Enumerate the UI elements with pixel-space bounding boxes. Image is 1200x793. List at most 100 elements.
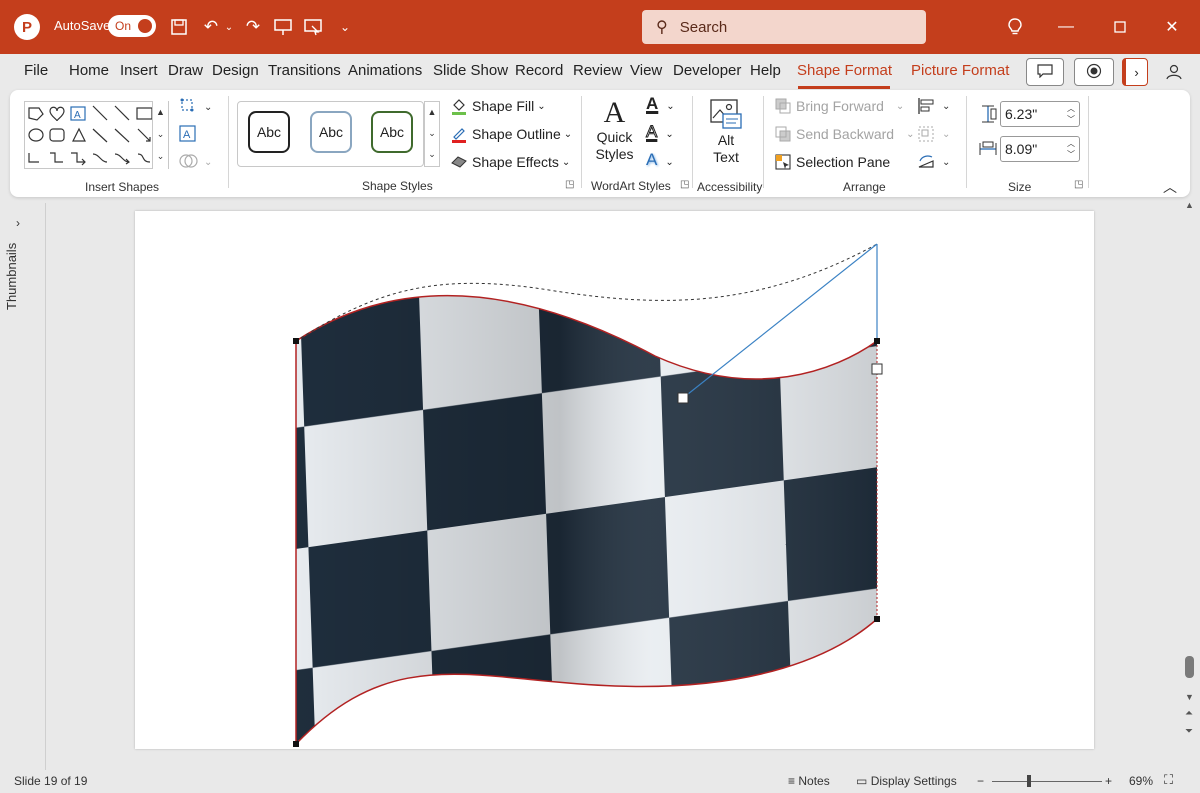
vertex-handle[interactable]	[293, 741, 299, 747]
notes-button[interactable]: ≡ Notes	[788, 774, 830, 788]
gallery-expand-icon[interactable]: ⌄	[153, 145, 168, 167]
gallery-expand-icon[interactable]: ⌄	[425, 144, 439, 165]
more-tabs-button[interactable]: ›	[1122, 58, 1148, 86]
vertical-scrollbar[interactable]: ▲ ▼ ⏶ ⏷	[1180, 198, 1200, 770]
tab-design[interactable]: Design	[212, 62, 259, 79]
display-settings-button[interactable]: ▭ Display Settings	[856, 774, 957, 788]
notes-icon: ≡	[788, 774, 796, 788]
panel-divider	[45, 203, 46, 770]
selection-pane-button[interactable]: Selection Pane	[774, 153, 890, 171]
share-icon[interactable]	[1160, 58, 1188, 86]
zoom-out-icon[interactable]: −	[977, 774, 984, 788]
from-current-slide-icon[interactable]	[300, 14, 326, 40]
tab-picture-format[interactable]: Picture Format	[911, 62, 1009, 79]
tab-home[interactable]: Home	[69, 62, 109, 79]
align-icon[interactable]: ⌄	[916, 96, 952, 119]
undo-icon[interactable]: ↶	[198, 14, 224, 40]
maximize-icon[interactable]	[1104, 12, 1136, 42]
previous-slide-icon[interactable]: ⏶	[1185, 708, 1193, 719]
vertex-handle[interactable]	[874, 338, 880, 344]
group-label-arrange: Arrange	[843, 180, 886, 194]
thumbnails-label[interactable]: Thumbnails	[4, 243, 19, 310]
group-objects-icon[interactable]: ⌄	[916, 124, 952, 147]
scroll-down-icon[interactable]: ▼	[1185, 692, 1194, 702]
height-spinner-icon[interactable]: ︿ ﹀	[1067, 103, 1075, 125]
record-button[interactable]	[1074, 58, 1114, 86]
rotate-icon[interactable]: ⌄	[916, 152, 952, 175]
shape-outline-button[interactable]: Shape Outline ⌄	[450, 125, 572, 143]
vertex-handle[interactable]	[293, 338, 299, 344]
scrollbar-thumb[interactable]	[1185, 656, 1194, 678]
send-backward-button[interactable]: Send Backward ⌄	[774, 125, 914, 143]
comments-button[interactable]	[1026, 58, 1064, 86]
tab-slide-show[interactable]: Slide Show	[433, 62, 508, 79]
tab-review[interactable]: Review	[573, 62, 622, 79]
tab-record[interactable]: Record	[515, 62, 563, 79]
width-spinner-icon[interactable]: ︿ ﹀	[1067, 138, 1075, 160]
tab-help[interactable]: Help	[750, 62, 781, 79]
shape-styles-dialog-launcher-icon[interactable]: ◳	[565, 179, 574, 190]
alt-text-label-1: Alt	[717, 132, 735, 148]
shape-height-input[interactable]: 6.23" ︿ ﹀	[1000, 101, 1080, 127]
scroll-up-icon[interactable]: ▲	[153, 101, 168, 123]
alt-text-button[interactable]: Alt Text	[703, 98, 749, 170]
tab-draw[interactable]: Draw	[168, 62, 203, 79]
present-from-beginning-icon[interactable]	[270, 14, 296, 40]
search-box[interactable]: ⚲ Search	[642, 10, 926, 44]
bring-forward-button[interactable]: Bring Forward ⌄	[774, 97, 904, 115]
shape-width-input[interactable]: 8.09" ︿ ﹀	[1000, 136, 1080, 162]
shape-fill-button[interactable]: Shape Fill ⌄	[450, 97, 546, 115]
edit-shape-icon[interactable]: ⌄	[178, 96, 218, 119]
zoom-slider-track[interactable]	[992, 781, 1102, 782]
tab-animations[interactable]: Animations	[348, 62, 422, 79]
shape-width-value: 8.09"	[1005, 141, 1038, 157]
shape-style-green[interactable]: Abc	[371, 111, 413, 153]
wordart-dialog-launcher-icon[interactable]: ◳	[680, 179, 689, 190]
scroll-up-icon[interactable]: ▲	[1185, 200, 1194, 210]
scroll-up-icon[interactable]: ▲	[425, 102, 439, 123]
undo-dropdown-icon[interactable]: ⌄	[222, 14, 236, 40]
redo-icon[interactable]: ↷	[240, 14, 266, 40]
save-icon[interactable]	[166, 14, 192, 40]
text-outline-button[interactable]: A ⌄	[645, 122, 686, 142]
autosave-toggle[interactable]: On	[108, 15, 156, 37]
shape-effects-button[interactable]: Shape Effects ⌄	[450, 153, 570, 171]
tab-insert[interactable]: Insert	[120, 62, 158, 79]
tab-transitions[interactable]: Transitions	[268, 62, 341, 79]
zoom-level[interactable]: 69%	[1129, 774, 1153, 788]
collapse-ribbon-icon[interactable]: ︿	[1163, 177, 1177, 197]
expand-thumbnails-icon[interactable]: ›	[16, 216, 20, 230]
lightbulb-icon[interactable]	[999, 12, 1031, 42]
bezier-handle[interactable]	[677, 392, 689, 404]
customize-toolbar-icon[interactable]: ⌄	[332, 14, 358, 40]
tab-shape-format[interactable]: Shape Format	[797, 62, 892, 79]
chevron-down-icon: ⌄	[665, 129, 674, 140]
tab-view[interactable]: View	[630, 62, 662, 79]
shapes-gallery-scroll[interactable]: ▲ ⌄ ⌄	[152, 101, 168, 169]
merge-shapes-icon[interactable]: ⌄	[178, 151, 218, 174]
shape-style-dark[interactable]: Abc	[248, 111, 290, 153]
quick-styles-button[interactable]: A Quick Styles	[592, 97, 637, 169]
text-box-icon[interactable]: A	[178, 124, 198, 147]
zoom-in-icon[interactable]: +	[1105, 774, 1112, 788]
minimize-icon[interactable]: —	[1050, 12, 1082, 42]
scroll-down-icon[interactable]: ⌄	[153, 123, 168, 145]
wave-shape-graphic[interactable]	[135, 211, 1094, 749]
text-fill-button[interactable]: A ⌄	[646, 94, 686, 114]
close-icon[interactable]: ✕	[1156, 12, 1188, 42]
shapes-gallery[interactable]: A	[24, 101, 169, 169]
slide-canvas[interactable]	[135, 211, 1094, 749]
zoom-slider-thumb[interactable]	[1027, 775, 1031, 787]
scroll-down-icon[interactable]: ⌄	[425, 123, 439, 144]
tab-developer[interactable]: Developer	[673, 62, 741, 79]
vertex-handle[interactable]	[874, 616, 880, 622]
next-slide-icon[interactable]: ⏷	[1185, 726, 1193, 737]
fit-to-window-icon[interactable]: ⛶	[1164, 772, 1173, 788]
bezier-handle[interactable]	[871, 363, 883, 375]
tab-file[interactable]: File	[24, 62, 48, 79]
shape-styles-scroll[interactable]: ▲ ⌄ ⌄	[424, 101, 440, 167]
text-effects-button[interactable]: A ⌄	[646, 150, 686, 170]
size-dialog-launcher-icon[interactable]: ◳	[1074, 179, 1083, 190]
shape-style-blue[interactable]: Abc	[310, 111, 352, 153]
autosave-state: On	[115, 19, 132, 33]
